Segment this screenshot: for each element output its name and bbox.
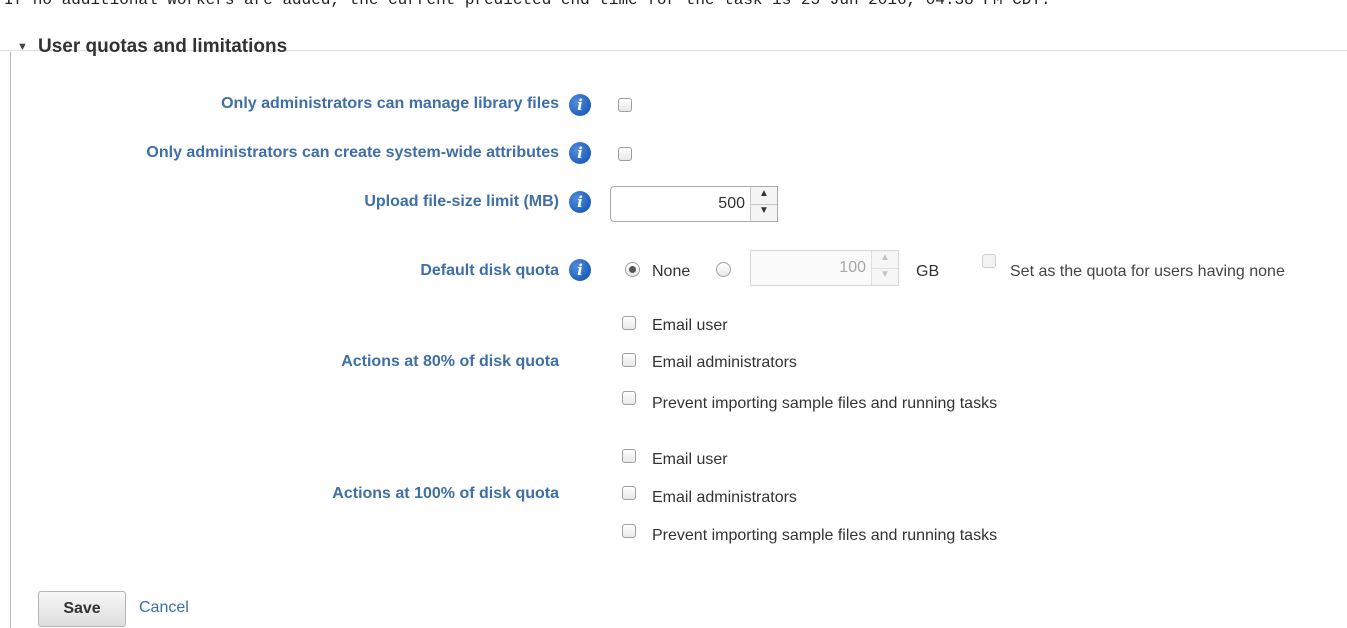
apply-quota-checkbox[interactable] <box>982 254 996 268</box>
actions-100-prevent-import-checkbox[interactable] <box>622 524 636 538</box>
disk-quota-value: 100 <box>839 259 866 276</box>
actions-100-label: Actions at 100% of disk quota <box>332 485 559 502</box>
stepper-arrows: ▲ ▼ <box>750 187 777 221</box>
actions-80-email-user-label: Email user <box>652 317 728 334</box>
actions-80-email-admins-label: Email administrators <box>652 354 797 371</box>
disk-quota-label: Default disk quota <box>420 262 559 279</box>
upload-limit-stepper[interactable]: 500 ▲ ▼ <box>610 186 778 222</box>
manage-library-checkbox[interactable] <box>618 98 632 112</box>
predicted-end-time-text: If no additional workers are added, the … <box>4 0 1051 9</box>
stepper-down-icon[interactable]: ▼ <box>751 204 777 221</box>
info-icon[interactable]: i <box>569 94 591 116</box>
manage-library-label: Only administrators can manage library f… <box>221 95 559 112</box>
stepper-arrows: ▲ ▼ <box>871 251 898 285</box>
system-attributes-label: Only administrators can create system-wi… <box>146 144 559 161</box>
quota-none-label: None <box>652 263 691 280</box>
upload-limit-label: Upload file-size limit (MB) <box>364 193 559 210</box>
actions-80-email-admins-checkbox[interactable] <box>622 353 636 367</box>
info-icon[interactable]: i <box>569 191 591 213</box>
stepper-up-icon[interactable]: ▲ <box>872 251 898 269</box>
triangle-down-icon[interactable]: ▼ <box>17 41 28 53</box>
actions-80-label: Actions at 80% of disk quota <box>341 353 559 370</box>
disk-quota-stepper[interactable]: 100 ▲ ▼ <box>750 250 899 286</box>
cancel-link[interactable]: Cancel <box>139 599 189 617</box>
stepper-up-icon[interactable]: ▲ <box>751 187 777 205</box>
section-title: User quotas and limitations <box>38 36 288 57</box>
actions-100-email-admins-checkbox[interactable] <box>622 486 636 500</box>
quota-none-radio[interactable] <box>625 262 640 277</box>
disk-quota-unit: GB <box>916 263 940 280</box>
section-border <box>10 52 11 628</box>
apply-quota-label: Set as the quota for users having none <box>1010 263 1285 280</box>
info-icon[interactable]: i <box>569 259 591 281</box>
quota-custom-radio[interactable] <box>716 262 731 277</box>
actions-100-prevent-import-label: Prevent importing sample files and runni… <box>652 527 998 544</box>
actions-80-prevent-import-label: Prevent importing sample files and runni… <box>652 395 998 412</box>
section-header[interactable]: ▼ User quotas and limitations <box>0 16 1347 57</box>
actions-80-email-user-checkbox[interactable] <box>622 316 636 330</box>
actions-100-email-user-label: Email user <box>652 451 728 468</box>
info-icon[interactable]: i <box>569 142 591 164</box>
system-attributes-checkbox[interactable] <box>618 147 632 161</box>
actions-100-email-admins-label: Email administrators <box>652 489 797 506</box>
upload-limit-value: 500 <box>718 195 745 212</box>
save-button[interactable]: Save <box>38 591 126 627</box>
actions-80-prevent-import-checkbox[interactable] <box>622 391 636 405</box>
actions-100-email-user-checkbox[interactable] <box>622 449 636 463</box>
stepper-down-icon[interactable]: ▼ <box>872 268 898 285</box>
